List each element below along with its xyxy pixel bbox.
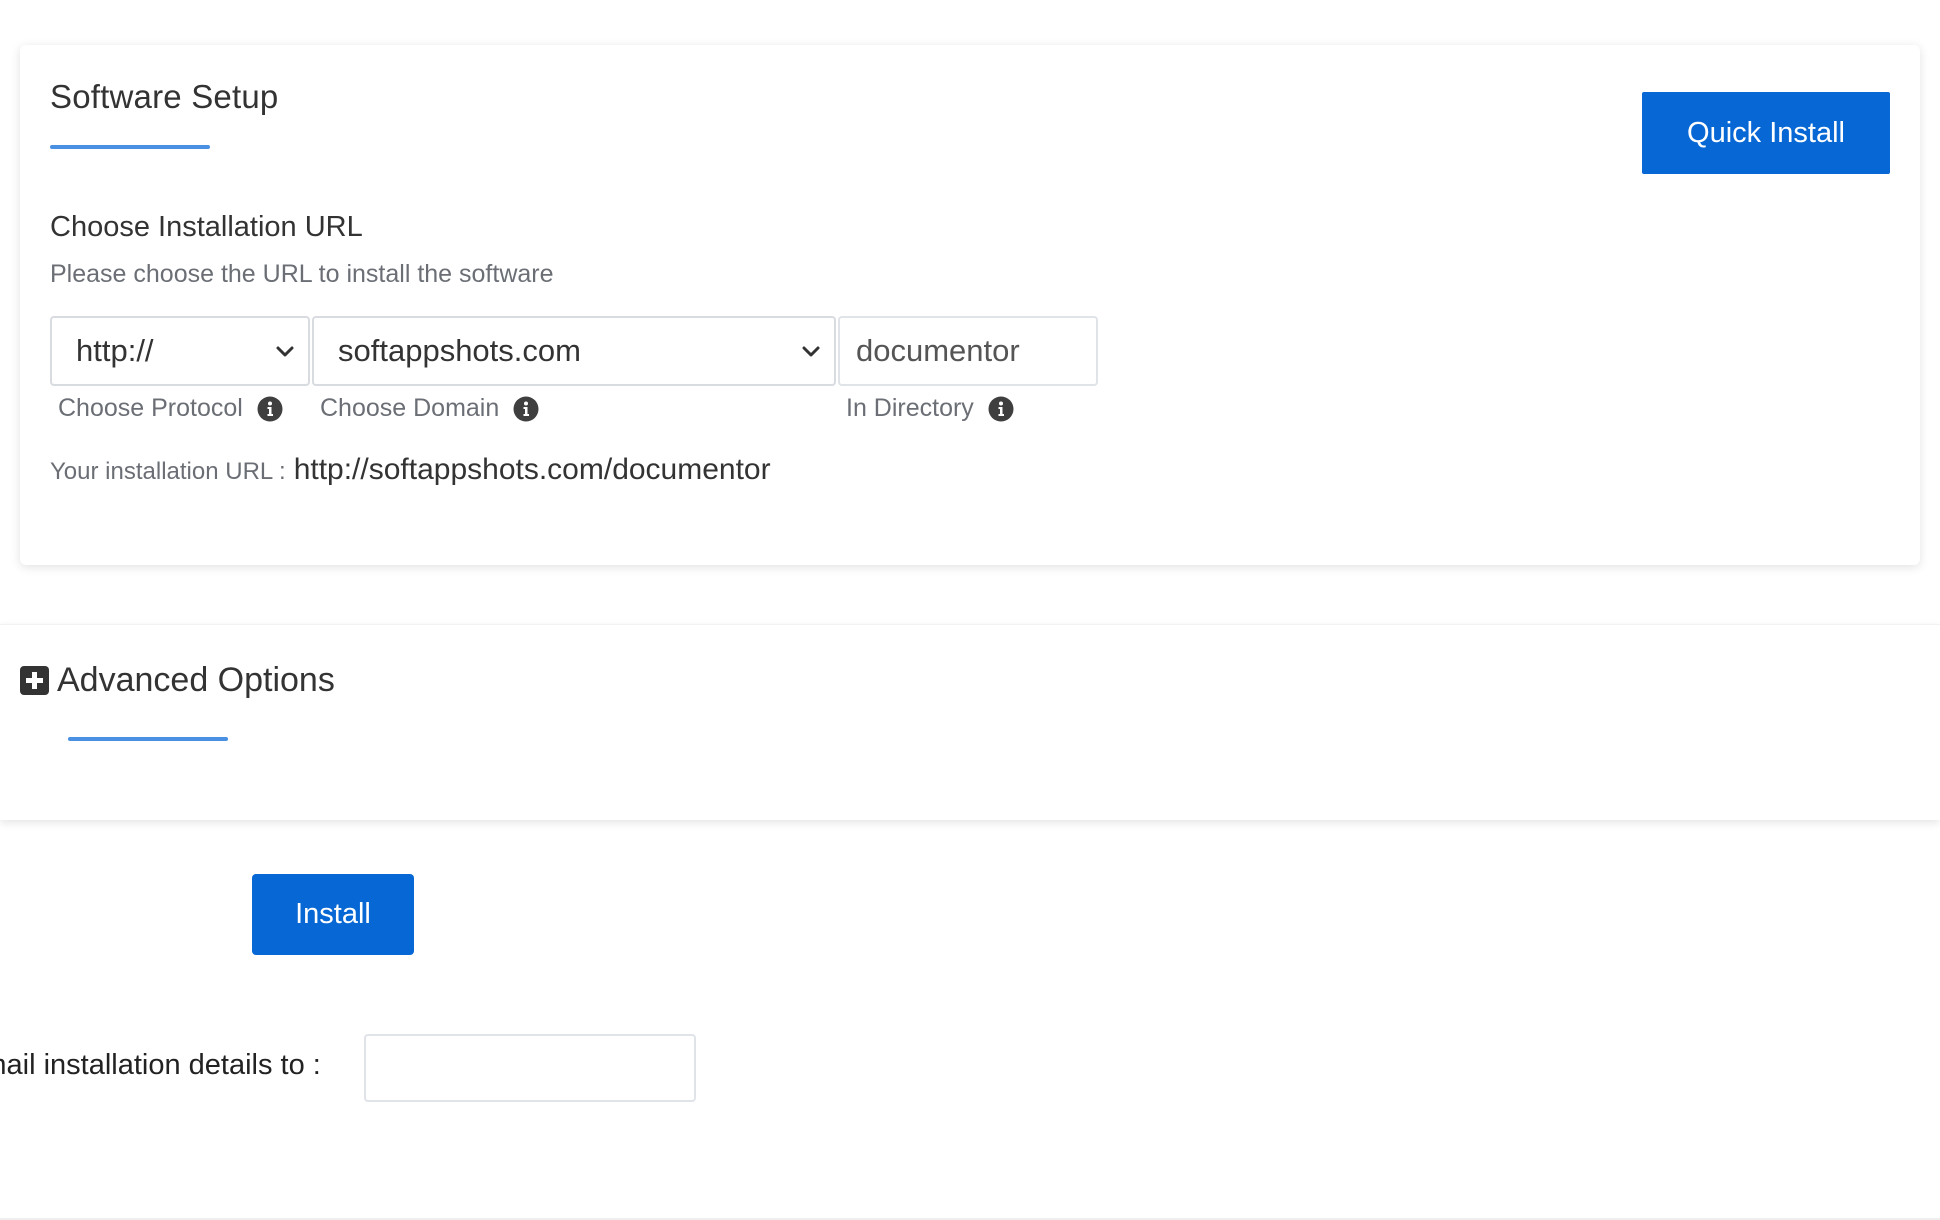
info-icon[interactable]	[513, 396, 539, 422]
title-underline	[50, 145, 210, 149]
email-details-label: Email installation details to :	[0, 1049, 321, 1081]
software-setup-title: Software Setup	[50, 78, 279, 115]
install-url-heading: Choose Installation URL	[50, 211, 363, 243]
directory-field-label: In Directory	[846, 394, 1014, 423]
advanced-options-toggle[interactable]: Advanced Options	[20, 661, 335, 700]
quick-install-button[interactable]: Quick Install	[1642, 92, 1890, 174]
domain-label-text: Choose Domain	[320, 394, 500, 422]
directory-input[interactable]	[838, 316, 1098, 386]
protocol-label-text: Choose Protocol	[58, 394, 243, 422]
protocol-select-value: http://	[76, 333, 154, 368]
chevron-down-icon	[276, 346, 294, 357]
protocol-field-label: Choose Protocol	[58, 394, 283, 423]
advanced-options-underline	[68, 737, 228, 741]
directory-label-text: In Directory	[846, 394, 974, 422]
domain-select-value: softappshots.com	[338, 333, 581, 368]
install-button[interactable]: Install	[252, 874, 414, 955]
plus-square-icon	[20, 666, 49, 695]
info-icon[interactable]	[988, 396, 1014, 422]
installation-url-value: http://softappshots.com/documentor	[293, 453, 771, 486]
installation-url-row: Your installation URL : http://softappsh…	[50, 453, 771, 487]
protocol-select[interactable]: http://	[50, 316, 310, 386]
email-input[interactable]	[364, 1034, 696, 1102]
domain-select[interactable]: softappshots.com	[312, 316, 836, 386]
domain-field-label: Choose Domain	[320, 394, 539, 423]
installation-url-label: Your installation URL :	[50, 458, 286, 485]
advanced-options-title: Advanced Options	[57, 661, 335, 699]
info-icon[interactable]	[257, 396, 283, 422]
software-setup-card: Software Setup Quick Install Choose Inst…	[20, 45, 1920, 565]
advanced-options-panel: Advanced Options	[0, 624, 1940, 820]
install-url-subheading: Please choose the URL to install the sof…	[50, 260, 554, 288]
chevron-down-icon	[802, 346, 820, 357]
